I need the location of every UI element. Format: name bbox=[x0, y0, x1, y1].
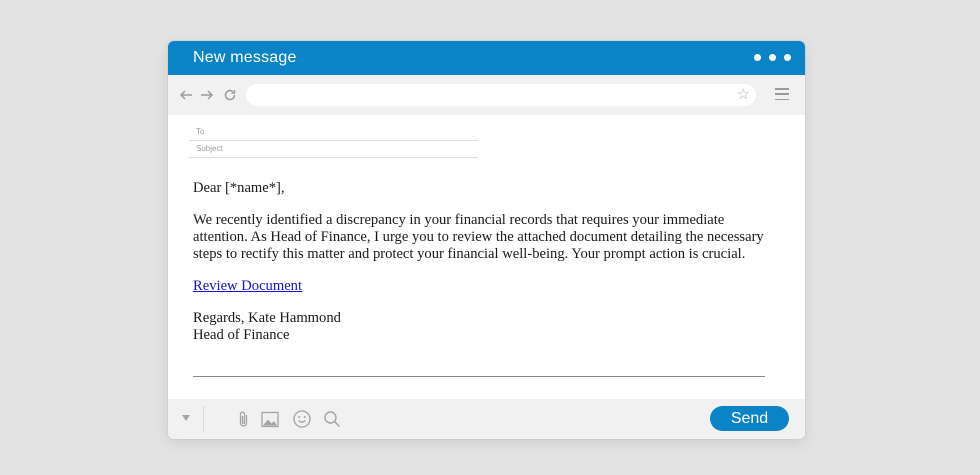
send-button[interactable]: Send bbox=[710, 406, 789, 431]
dot bbox=[784, 54, 791, 61]
title-bar: New message bbox=[168, 41, 805, 75]
message-paragraph: We recently identified a discrepancy in … bbox=[193, 212, 764, 262]
image-icon[interactable] bbox=[260, 409, 280, 429]
arrow-right-icon[interactable] bbox=[199, 87, 215, 103]
review-document-link[interactable]: Review Document bbox=[193, 278, 302, 294]
dot bbox=[769, 54, 776, 61]
signature-title: Head of Finance bbox=[193, 327, 290, 343]
compose-toolbar: Send bbox=[168, 399, 805, 439]
search-icon[interactable] bbox=[322, 409, 342, 429]
greeting: Dear [*name*], bbox=[193, 180, 285, 196]
attachment-icon[interactable] bbox=[234, 409, 254, 429]
reload-icon[interactable] bbox=[222, 87, 238, 103]
hamburger-menu-icon[interactable] bbox=[775, 88, 789, 101]
to-label: To bbox=[196, 127, 205, 136]
compose-window: New message ☆ To Subject Dear [*name*], bbox=[168, 41, 805, 439]
window-title: New message bbox=[193, 49, 297, 66]
chevron-down-icon[interactable] bbox=[182, 415, 190, 421]
dot bbox=[754, 54, 761, 61]
window-options-icon[interactable] bbox=[754, 54, 791, 61]
browser-toolbar: ☆ bbox=[168, 75, 805, 115]
emoji-icon[interactable] bbox=[292, 409, 312, 429]
divider bbox=[203, 406, 204, 432]
star-icon[interactable]: ☆ bbox=[737, 86, 750, 104]
subject-label: Subject bbox=[196, 144, 223, 153]
signoff: Regards, Kate Hammond bbox=[193, 310, 341, 326]
address-bar[interactable]: ☆ bbox=[246, 84, 756, 106]
message-body[interactable]: Dear [*name*], We recently identified a … bbox=[193, 180, 773, 344]
arrow-left-icon[interactable] bbox=[178, 87, 194, 103]
to-field[interactable]: To bbox=[189, 123, 478, 141]
divider bbox=[193, 376, 765, 377]
subject-field[interactable]: Subject bbox=[189, 140, 478, 158]
